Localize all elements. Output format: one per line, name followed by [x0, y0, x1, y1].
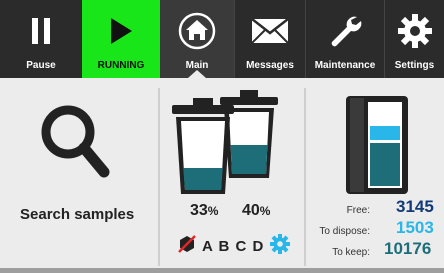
running-tab[interactable]: RUNNING — [82, 0, 160, 78]
pause-icon — [30, 6, 52, 56]
main-tab[interactable]: Main — [160, 0, 234, 78]
pause-label: Pause — [26, 60, 56, 71]
free-label: Free: — [346, 205, 370, 216]
pause-tab[interactable]: Pause — [0, 0, 82, 78]
bin2-percentage: 40% — [242, 202, 270, 220]
panel-divider — [158, 88, 160, 266]
keep-value: 10176 — [384, 239, 432, 258]
free-value: 3145 — [396, 197, 434, 216]
percent-sign: % — [207, 204, 219, 218]
messages-tab[interactable]: Messages — [235, 0, 305, 78]
waste-bin-icon — [170, 98, 236, 203]
wrench-icon — [327, 6, 363, 56]
bin-tags-row: A B C D — [178, 234, 291, 259]
bin1-value: 33 — [190, 202, 208, 219]
settings-label: Settings — [394, 60, 435, 71]
percent-sign: % — [259, 204, 271, 218]
main-content: Search samples 33% 40% A B C D Free: 314… — [0, 78, 444, 273]
dispose-value: 1503 — [396, 218, 434, 237]
settings-tab[interactable]: Settings — [385, 0, 444, 78]
tag-letters: A B C D — [202, 238, 265, 255]
keep-label: To keep: — [332, 247, 370, 258]
no-tag-icon — [178, 235, 196, 258]
running-label: RUNNING — [97, 60, 145, 71]
top-nav-bar: Pause RUNNING Main Messages Maintenance … — [0, 0, 444, 78]
gear-icon[interactable] — [270, 234, 291, 259]
bin2-value: 40 — [242, 202, 260, 219]
search-samples-label: Search samples — [20, 206, 135, 223]
messages-label: Messages — [246, 60, 294, 71]
search-samples-panel[interactable]: Search samples — [0, 84, 158, 264]
main-label: Main — [185, 60, 209, 71]
gear-icon — [397, 6, 433, 56]
maintenance-tab[interactable]: Maintenance — [306, 0, 384, 78]
maintenance-label: Maintenance — [314, 60, 376, 71]
dispose-label: To dispose: — [319, 226, 370, 237]
bottom-strip — [0, 268, 444, 273]
play-icon — [108, 6, 134, 56]
bin1-percentage: 33% — [190, 202, 218, 220]
panel-divider — [304, 88, 306, 266]
storage-rack-icon — [346, 96, 408, 199]
envelope-icon — [251, 6, 289, 56]
home-icon — [177, 6, 217, 56]
search-icon — [38, 102, 112, 187]
